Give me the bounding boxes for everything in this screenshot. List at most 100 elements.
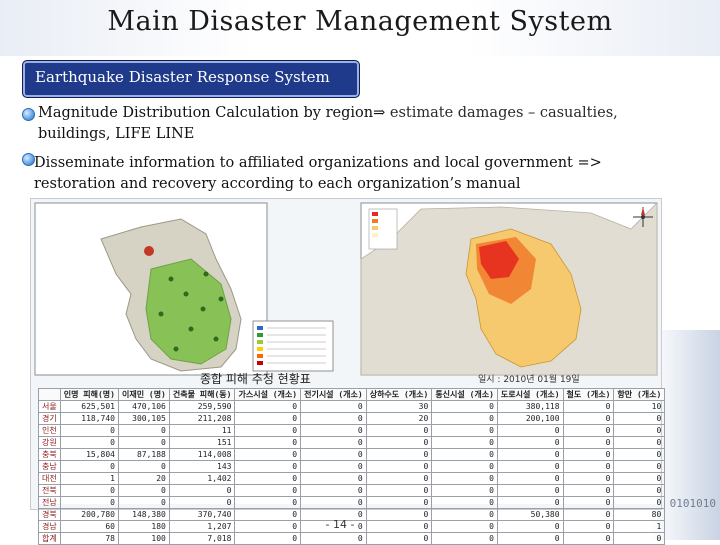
table-row-region: 대전 <box>38 472 61 485</box>
table-header-row: 인명 피해(명) 이재민 (명) 건축물 피해(동) 가스시설 (개소) 전기시… <box>38 388 666 401</box>
table-cell: 0 <box>431 460 498 473</box>
bullet-2-line2: restoration and recovery according to ea… <box>34 176 521 192</box>
table-cell: 78 <box>59 532 119 545</box>
section-badge: Earthquake Disaster Response System <box>22 60 360 98</box>
table-cell: 0 <box>613 484 666 497</box>
table-row: 강원 0 0 151 0 0 0 0 0 0 0 <box>38 436 666 449</box>
table-cell: 0 <box>300 436 367 449</box>
table-cell: 0 <box>365 472 433 485</box>
table-cell: 0 <box>496 484 564 497</box>
table-cell: 1 <box>613 520 666 533</box>
left-map-epicenter <box>144 246 154 256</box>
bullet-1-line1-rest: estimate damages – casualties, <box>385 105 618 121</box>
table-header-cell: 이재민 (명) <box>117 388 170 401</box>
table-cell: 0 <box>365 460 433 473</box>
table-cell: 0 <box>59 496 119 509</box>
table-cell: 0 <box>168 484 236 497</box>
table-cell: 0 <box>496 448 564 461</box>
table-cell: 0 <box>234 448 302 461</box>
table-cell: 0 <box>562 448 615 461</box>
table-cell: 200,780 <box>59 508 119 521</box>
table-cell: 0 <box>613 496 666 509</box>
table-cell: 0 <box>234 532 302 545</box>
table-cell: 151 <box>168 436 236 449</box>
table-row: 합계 78 100 7,018 0 0 0 0 0 0 0 <box>38 532 666 545</box>
table-cell: 0 <box>234 472 302 485</box>
slide-title: Main Disaster Management System <box>107 6 613 37</box>
table-cell: 0 <box>431 424 498 437</box>
table-row-region: 인천 <box>38 424 61 437</box>
table-cell: 20 <box>365 412 433 425</box>
table-cell: 0 <box>234 484 302 497</box>
table-cell: 0 <box>300 532 367 545</box>
table-cell: 50,380 <box>496 508 564 521</box>
table-header-cell <box>38 388 61 401</box>
table-cell: 0 <box>431 472 498 485</box>
table-cell: 0 <box>431 412 498 425</box>
bullet-1-text: Magnitude Distribution Calculation by re… <box>38 103 658 145</box>
table-cell: 0 <box>562 412 615 425</box>
table-cell: 0 <box>59 460 119 473</box>
arrow-icon: ⇒ <box>373 105 386 121</box>
table-cell: 0 <box>300 412 367 425</box>
table-header-cell: 가스시설 (개소) <box>234 388 302 401</box>
table-cell: 0 <box>496 424 564 437</box>
table-cell: 1,402 <box>168 472 236 485</box>
table-row-region: 경남 <box>38 520 61 533</box>
table-cell: 0 <box>300 424 367 437</box>
table-cell: 0 <box>431 508 498 521</box>
table-cell: 0 <box>613 424 666 437</box>
table-header-cell: 상하수도 (개소) <box>365 388 433 401</box>
bullet-2-line1: Disseminate information to affiliated or… <box>34 155 602 171</box>
table-cell: 0 <box>234 460 302 473</box>
table-cell: 470,106 <box>117 400 170 413</box>
table-header-cell: 철도 (개소) <box>562 388 615 401</box>
table-cell: 0 <box>234 520 302 533</box>
table-row-region: 서울 <box>38 400 61 413</box>
table-cell: 0 <box>562 460 615 473</box>
table-cell: 0 <box>300 448 367 461</box>
table-row-region: 충남 <box>38 460 61 473</box>
table-cell: 30 <box>365 400 433 413</box>
table-header-cell: 건축물 피해(동) <box>168 388 236 401</box>
table-cell: 100 <box>117 532 170 545</box>
table-cell: 0 <box>365 496 433 509</box>
table-cell: 148,380 <box>117 508 170 521</box>
table-row: 충남 0 0 143 0 0 0 0 0 0 0 <box>38 460 666 473</box>
table-cell: 0 <box>168 496 236 509</box>
table-row-region: 전남 <box>38 496 61 509</box>
table-cell: 143 <box>168 460 236 473</box>
section-badge-label: Earthquake Disaster Response System <box>35 68 330 86</box>
table-row-region: 경기 <box>38 412 61 425</box>
table-cell: 0 <box>234 400 302 413</box>
table-cell: 7,018 <box>168 532 236 545</box>
table-cell: 0 <box>365 448 433 461</box>
table-cell: 0 <box>431 484 498 497</box>
table-cell: 1,207 <box>168 520 236 533</box>
table-cell: 0 <box>613 448 666 461</box>
table-cell: 0 <box>365 520 433 533</box>
table-cell: 0 <box>431 520 498 533</box>
table-cell: 0 <box>117 424 170 437</box>
table-header-cell: 통신시설 (개소) <box>431 388 498 401</box>
table-cell: 0 <box>365 436 433 449</box>
table-cell: 0 <box>365 508 433 521</box>
table-cell: 0 <box>117 436 170 449</box>
table-cell: 11 <box>168 424 236 437</box>
table-row-region: 경북 <box>38 508 61 521</box>
table-cell: 180 <box>117 520 170 533</box>
table-cell: 0 <box>613 412 666 425</box>
table-cell: 0 <box>496 532 564 545</box>
table-cell: 0 <box>613 472 666 485</box>
table-cell: 0 <box>300 460 367 473</box>
bullet-1-line2: buildings, LIFE LINE <box>38 126 195 142</box>
bullet-2-text: Disseminate information to affiliated or… <box>34 153 694 195</box>
table-cell: 0 <box>496 472 564 485</box>
table-cell: 0 <box>562 520 615 533</box>
table-cell: 0 <box>59 436 119 449</box>
table-cell: 0 <box>562 400 615 413</box>
table-cell: 15,804 <box>59 448 119 461</box>
table-cell: 259,590 <box>168 400 236 413</box>
table-cell: 200,100 <box>496 412 564 425</box>
table-row: 충북 15,804 87,188 114,008 0 0 0 0 0 0 0 <box>38 448 666 461</box>
